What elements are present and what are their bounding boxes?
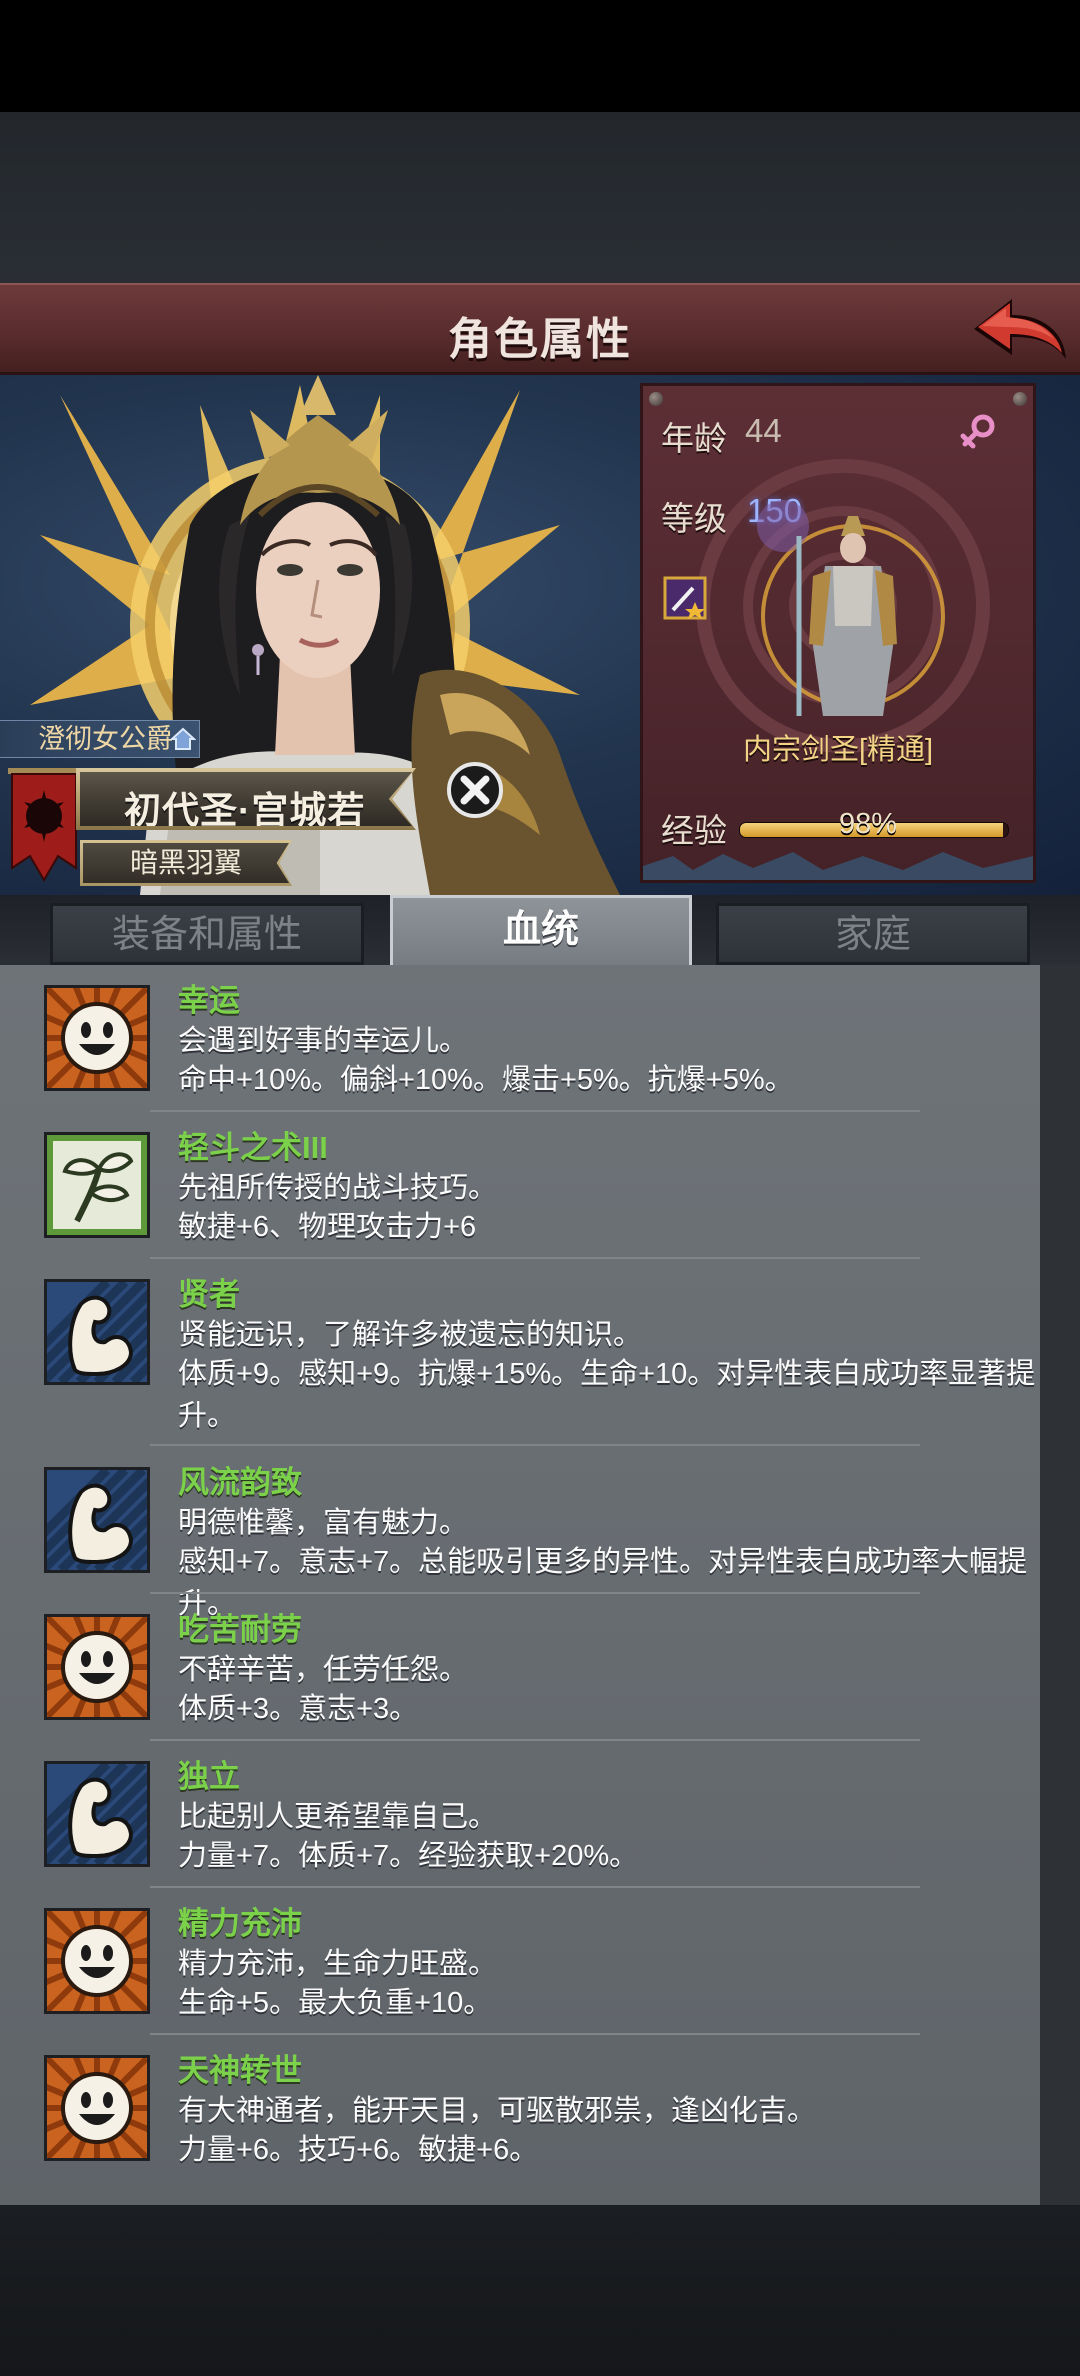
tab-bar: 装备和属性 血统 家庭 [0,895,1080,967]
trait-row[interactable]: 天神转世有大神通者，能开天目，可驱散邪祟，逢凶化吉。 力量+6。技巧+6。敏捷+6… [0,2035,1040,2183]
trait-description: 先祖所传授的战斗技巧。 [178,1172,498,1204]
trait-description: 不辞辛苦，任劳任怨。 [178,1654,469,1686]
trait-description: 会遇到好事的幸运儿。 [178,1025,469,1057]
trait-description: 明德惟馨，富有魅力。 [178,1507,469,1539]
trait-name: 天神转世 [178,2053,302,2088]
smiley-icon [27,1597,167,1737]
skill-rank-icon[interactable] [663,576,707,620]
trait-effect: 生命+5。最大负重+10。 [178,1987,493,2019]
trait-row[interactable]: 吃苦耐劳不辞辛苦，任劳任怨。 体质+3。意志+3。 [0,1594,1040,1742]
status-bar-area [0,0,1080,112]
character-figure [757,500,945,716]
trait-effect: 力量+6。技巧+6。敏捷+6。 [178,2134,539,2166]
bottom-area [0,2205,1080,2376]
smiley-icon [27,1891,167,2031]
age-value: 44 [745,412,782,449]
exp-label: 经验 [661,812,727,849]
level-label: 等级 [661,500,727,537]
trait-name: 风流韵致 [178,1465,302,1500]
character-panel: 澄彻女公爵 初代圣·宫城若 暗黑羽翼 年龄 44 等级 内宗剑圣[精通] 经验 … [0,375,1080,895]
trait-effect: 体质+9。感知+9。抗爆+15%。生命+10。对异性表白成功率显著提升。 [178,1358,1036,1432]
leaf-icon [44,1132,150,1238]
trait-effect: 体质+3。意志+3。 [178,1693,419,1725]
noble-title: 澄彻女公爵 [38,724,173,754]
name-banner: 初代圣·宫城若 [76,768,416,830]
smiley-icon [27,968,167,1108]
trait-row[interactable]: 贤者贤能远识，了解许多被遗忘的知识。体质+9。感知+9。抗爆+15%。生命+10… [0,1259,1040,1447]
trait-description: 贤能远识，了解许多被遗忘的知识。 [178,1319,643,1351]
divider [150,1444,920,1446]
female-gender-icon [960,414,995,449]
home-icon [170,727,196,750]
muscle-arm-icon [3,1760,237,1868]
page-title: 角色属性 [448,315,632,364]
smiley-icon [27,2038,167,2178]
stats-card: 年龄 44 等级 150 内宗剑圣[精通] 经验 9 [640,383,1036,883]
tab-family[interactable]: 家庭 [716,903,1030,965]
exp-percent: 98% [839,808,898,840]
trait-description: 比起别人更希望靠自己。 [178,1801,498,1833]
trait-name: 贤者 [178,1277,240,1312]
scrollbar[interactable] [1040,965,1080,2205]
character-name: 初代圣·宫城若 [124,790,366,831]
trait-name: 精力充沛 [178,1906,302,1941]
trait-row[interactable]: 幸运会遇到好事的幸运儿。命中+10%。偏斜+10%。爆击+5%。抗爆+5%。 [0,965,1040,1113]
trait-list[interactable]: 幸运 会遇到好事的幸运儿。 命中+10%。偏斜+10%。爆击+5%。抗爆+5%。 轻斗… [0,965,1040,2205]
tab-bloodline[interactable]: 血统 [390,895,692,967]
trait-effect: 敏捷+6、物理攻击力+6 [178,1211,477,1243]
subtitle-banner: 暗黑羽翼 [80,840,292,886]
trait-name: 轻斗之术III [178,1130,328,1165]
tab-equipment-attributes[interactable]: 装备和属性 [50,903,364,965]
trait-effect: 力量+7。体质+7。经验获取+20%。 [178,1840,639,1872]
trait-row[interactable]: 轻斗之术III 先祖所传授的战斗技巧。 敏捷+6、物理攻击力+6 [0,1112,1040,1260]
noble-title-badge: 澄彻女公爵 [0,720,200,758]
back-button[interactable] [966,291,1074,371]
dismiss-icon[interactable] [446,761,504,819]
age-label: 年龄 [661,420,727,457]
class-name: 内宗剑圣[精通] [742,734,934,766]
trait-name: 吃苦耐劳 [178,1612,302,1647]
trait-name: 幸运 [178,983,240,1018]
nameplate: 澄彻女公爵 初代圣·宫城若 暗黑羽翼 [0,720,440,895]
trait-row[interactable]: 风流韵致 明德惟馨，富有魅力。 感知+7。意志+7。总能吸引更多的异性。对异性表白成… [0,1447,1040,1620]
trait-effect: 命中+10%。偏斜+10%。爆击+5%。抗爆+5%。 [178,1064,794,1096]
trait-row[interactable]: 独立比起别人更希望靠自己。力量+7。体质+7。经验获取+20%。 [0,1741,1040,1889]
trait-name: 独立 [178,1759,240,1794]
back-arrow-icon [974,299,1066,359]
muscle-arm-icon [3,1278,237,1386]
faction-flag-icon[interactable] [6,768,82,886]
character-subtitle: 暗黑羽翼 [83,843,289,883]
muscle-arm-icon [3,1466,237,1574]
trait-description: 精力充沛，生命力旺盛。 [178,1948,498,1980]
trait-description: 有大神通者，能开天目，可驱散邪祟，逢凶化吉。 [178,2095,817,2127]
trait-row[interactable]: 精力充沛精力充沛，生命力旺盛。 生命+5。最大负重+10。 [0,1888,1040,2036]
page-header: 角色属性 [0,283,1080,375]
